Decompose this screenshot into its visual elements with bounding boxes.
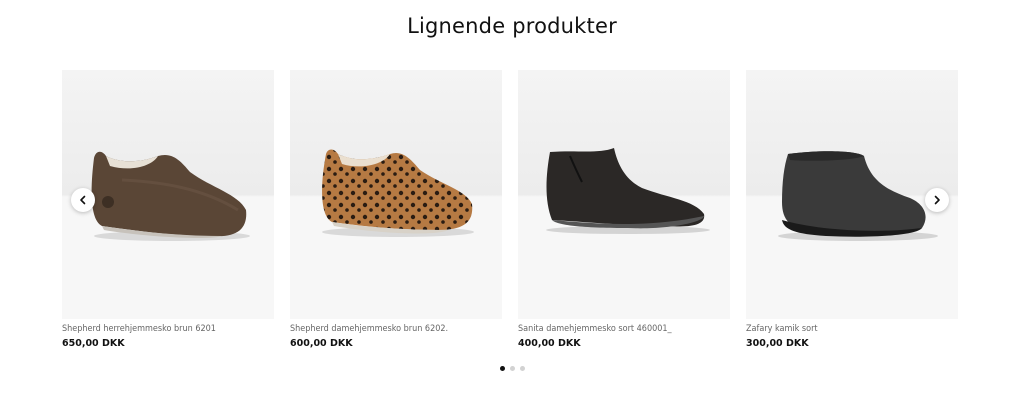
carousel-prev-button[interactable] [71,188,95,212]
product-name[interactable]: Shepherd herrehjemmesko brun 6201 [62,324,274,334]
product-price: 400,00 DKK [518,338,581,349]
product-price: 300,00 DKK [746,338,809,349]
product-card[interactable]: Zafary kamik sort 300,00 DKK [746,70,958,355]
chevron-left-icon [80,195,86,205]
black-bootie-image [546,148,710,234]
product-name[interactable]: Zafary kamik sort [746,324,958,334]
pagination-dot-2[interactable] [509,366,515,371]
product-name[interactable]: Shepherd damehjemmesko brun 6202. [290,324,502,334]
product-price: 650,00 DKK [62,338,125,349]
chevron-right-icon [934,195,940,205]
product-image[interactable] [290,70,502,319]
carousel-next-button[interactable] [925,188,949,212]
pagination-dot-3[interactable] [519,366,525,371]
leopard-slipper-image [322,149,474,237]
product-image[interactable] [518,70,730,319]
product-card[interactable]: Shepherd herrehjemmesko brun 6201 650,00… [62,70,274,355]
product-card[interactable]: Sanita damehjemmesko sort 460001_ 400,00… [518,70,730,355]
carousel-pagination [0,366,1024,371]
page-title: Lignende produkter [407,14,617,38]
pagination-dot-1[interactable] [499,366,505,371]
product-price: 600,00 DKK [290,338,353,349]
product-card[interactable]: Shepherd damehjemmesko brun 6202. 600,00… [290,70,502,355]
product-name[interactable]: Sanita damehjemmesko sort 460001_ [518,324,730,334]
product-carousel: Shepherd herrehjemmesko brun 6201 650,00… [62,70,959,355]
